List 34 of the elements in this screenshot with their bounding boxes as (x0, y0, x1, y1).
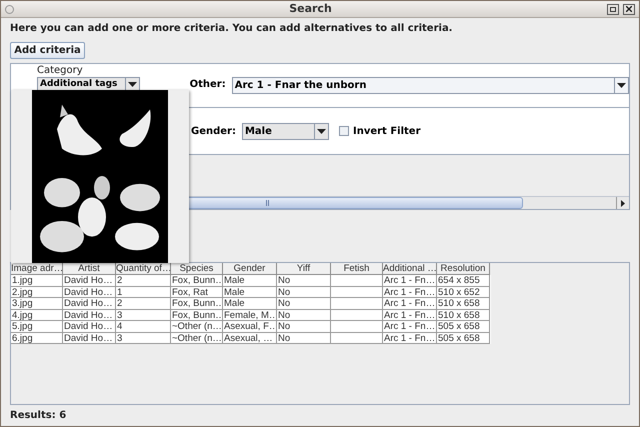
results-count: Results: 6 (10, 409, 68, 423)
column-header[interactable]: Image adr… (11, 263, 63, 275)
invert-filter-label: Invert Filter (352, 124, 420, 138)
category-label: Category (37, 65, 84, 77)
category-dropdown[interactable]: Additional tags (37, 77, 140, 91)
add-criteria-button[interactable]: Add criteria (10, 42, 85, 59)
column-header[interactable]: Artist (63, 263, 116, 275)
table-cell: Asexual, … (223, 332, 277, 344)
window-title: Search (289, 0, 332, 17)
table-cell: 6.jpg (11, 332, 63, 344)
table-cell: 505 x 658 (437, 332, 490, 344)
other-label: Other: (190, 78, 226, 92)
gender-dropdown[interactable]: Male (242, 122, 329, 140)
caret-icon (316, 128, 326, 134)
table-cell: No (277, 332, 331, 344)
column-header[interactable]: Quantity of… (116, 263, 171, 275)
caret-icon (617, 83, 626, 88)
intro-text: Here you can add one or more criteria. You can add alternatives to all criteria. (10, 22, 454, 35)
maximize-icon[interactable] (607, 4, 619, 14)
column-header[interactable]: Additional … (383, 263, 437, 275)
column-header[interactable]: Species (171, 263, 223, 275)
column-header[interactable]: Resolution (437, 263, 490, 275)
table-cell: ~Other (n… (171, 332, 223, 344)
table-cell: Arc 1 - Fn… (383, 332, 437, 344)
close-icon[interactable] (623, 4, 635, 14)
invert-filter-checkbox[interactable] (338, 126, 349, 136)
table-cell: David Ho… (63, 332, 116, 344)
column-header[interactable]: Yiff (277, 263, 331, 275)
caret-icon (128, 82, 137, 86)
other-dropdown[interactable]: Arc 1 - Fnar the unborn (232, 77, 629, 94)
gender-label: Gender: (191, 124, 236, 138)
table-cell: 3 (116, 332, 171, 344)
column-header[interactable]: Fetish (331, 263, 383, 275)
column-header[interactable]: Gender (223, 263, 277, 275)
